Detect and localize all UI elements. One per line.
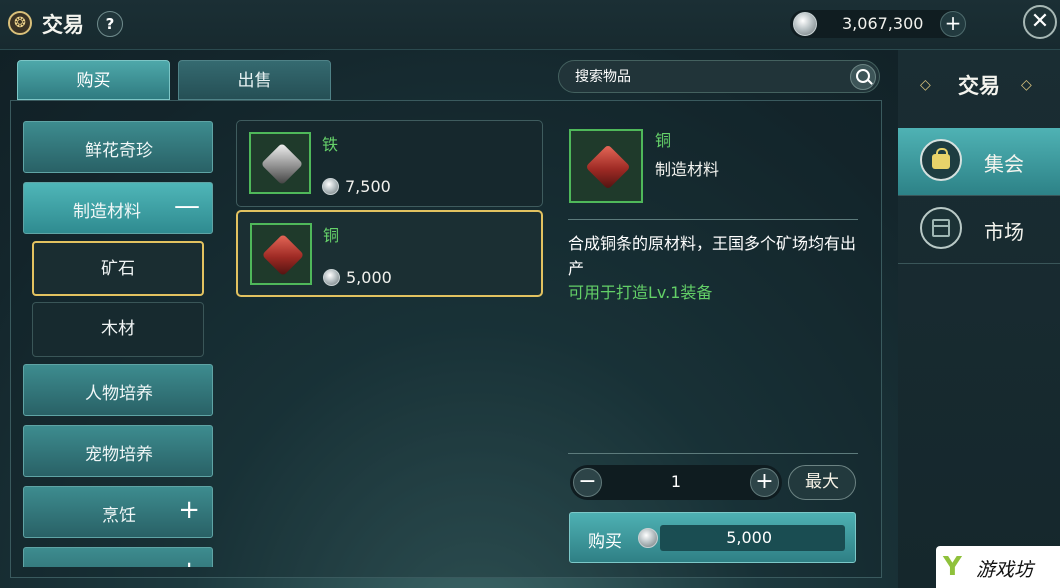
silver-coin-icon (638, 528, 658, 548)
item-slot (249, 132, 311, 194)
item-price: 7,500 (322, 177, 391, 196)
detail-item-name: 铜 (655, 131, 672, 150)
total-price: 5,000 (726, 528, 772, 547)
quantity-stepper: 1 − + (570, 465, 782, 500)
copper-ore-icon (585, 144, 631, 190)
category-flowers[interactable]: 鲜花奇珍 (23, 121, 213, 173)
bag-icon (920, 139, 962, 181)
currency-display: 3,067,300 (790, 10, 965, 38)
subcategory-ore[interactable]: 矿石 (32, 241, 204, 296)
buy-button[interactable]: 购买 5,000 (569, 512, 856, 563)
silver-coin-icon (323, 269, 340, 286)
nav-item-market[interactable]: 市场 (898, 196, 1060, 264)
item-price: 5,000 (323, 268, 392, 287)
close-button[interactable]: ✕ (1023, 5, 1057, 39)
search-icon[interactable] (850, 64, 876, 90)
decrease-quantity-button[interactable]: − (573, 468, 602, 497)
category-crafting-materials[interactable]: 制造材料 — (23, 182, 213, 234)
category-pet-training[interactable]: 宠物培养 (23, 425, 213, 477)
category-label: 宠物培养 (85, 445, 153, 465)
watermark: Y 游戏坊 (936, 546, 1060, 588)
item-price-value: 7,500 (345, 177, 391, 196)
max-quantity-button[interactable]: 最大 (788, 465, 856, 500)
category-list: 鲜花奇珍 制造材料 — 矿石 木材 人物培养 宠物培养 烹饪 + 药品 + (0, 0, 230, 567)
nav-item-label: 集会 (984, 152, 1024, 176)
collapse-icon[interactable]: — (174, 193, 200, 219)
buy-button-label: 购买 (588, 532, 622, 552)
watermark-text: 游戏坊 (976, 559, 1034, 581)
item-card-copper[interactable]: 铜 5,000 (236, 210, 543, 297)
category-label: 人物培养 (85, 384, 153, 404)
expand-icon[interactable]: + (178, 558, 200, 567)
category-character-training[interactable]: 人物培养 (23, 364, 213, 416)
watermark-logo: Y (943, 552, 962, 582)
nav-item-gathering[interactable]: 集会 (898, 128, 1060, 196)
item-slot (250, 223, 312, 285)
add-currency-button[interactable]: + (940, 11, 966, 37)
divider (568, 219, 858, 220)
item-name: 铁 (322, 135, 339, 154)
search-input[interactable] (575, 66, 835, 88)
expand-icon[interactable]: + (178, 497, 200, 523)
search-bar (558, 60, 880, 93)
subcategory-wood[interactable]: 木材 (32, 302, 204, 357)
detail-item-slot (569, 129, 643, 203)
item-name: 铜 (323, 226, 340, 245)
detail-description: 合成铜条的原材料，王国多个矿场均有出产 (568, 234, 857, 278)
silver-coin-icon (793, 12, 817, 36)
category-medicine[interactable]: 药品 + (23, 547, 213, 567)
nav-item-label: 市场 (984, 220, 1024, 244)
ornament-right-icon: ◇ (1021, 77, 1032, 93)
divider (568, 453, 858, 454)
detail-usage-note: 可用于打造Lv.1装备 (568, 283, 713, 302)
item-price-value: 5,000 (346, 268, 392, 287)
detail-item-category: 制造材料 (655, 160, 720, 179)
category-cooking[interactable]: 烹饪 + (23, 486, 213, 538)
copper-ore-icon (261, 233, 305, 277)
currency-amount: 3,067,300 (842, 14, 924, 33)
silver-coin-icon (322, 178, 339, 195)
category-label: 鲜花奇珍 (85, 141, 153, 161)
item-card-iron[interactable]: 铁 7,500 (236, 120, 543, 207)
iron-ore-icon (260, 142, 304, 186)
increase-quantity-button[interactable]: + (750, 468, 779, 497)
shop-icon (920, 207, 962, 249)
